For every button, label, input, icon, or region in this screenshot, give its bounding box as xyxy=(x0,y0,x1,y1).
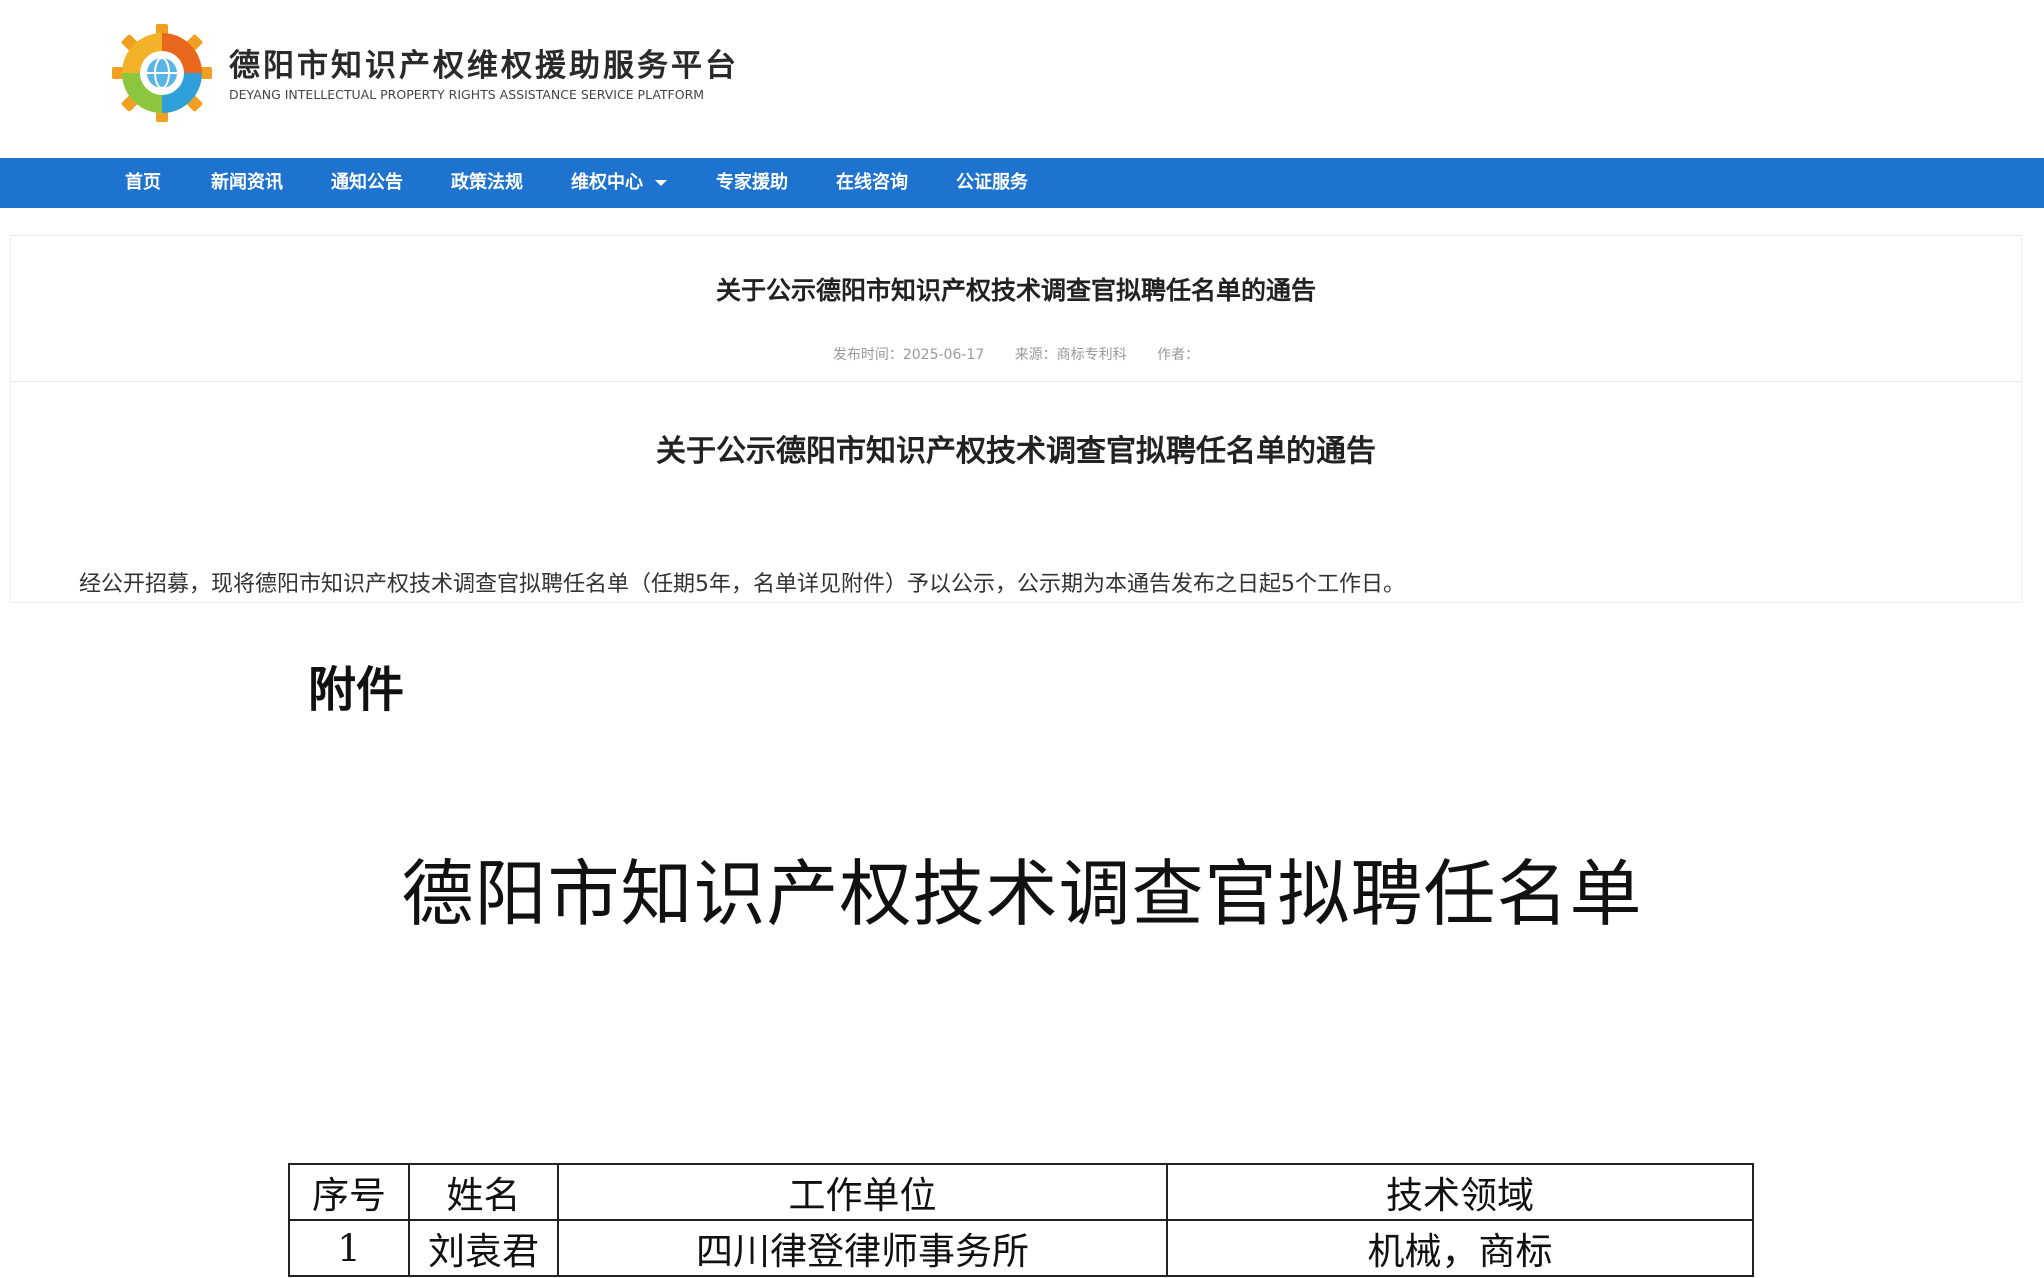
main-nav: 首页 新闻资讯 通知公告 政策法规 维权中心 专家援助 在线咨询 公证服务 xyxy=(0,158,2044,208)
site-logo-icon[interactable] xyxy=(112,24,212,122)
nav-item-expert-aid[interactable]: 专家援助 xyxy=(716,158,788,208)
table-header-cell: 技术领域 xyxy=(1166,1163,1754,1221)
table-header-cell: 序号 xyxy=(288,1163,410,1221)
nav-item-notices[interactable]: 通知公告 xyxy=(331,158,403,208)
table-header-row: 序号 姓名 工作单位 技术领域 xyxy=(288,1163,1754,1221)
nav-item-notary[interactable]: 公证服务 xyxy=(956,158,1028,208)
article-source: 来源：商标专利科 xyxy=(1014,347,1127,363)
nav-item-news[interactable]: 新闻资讯 xyxy=(211,158,283,208)
nav-item-rights-center[interactable]: 维权中心 xyxy=(571,158,667,208)
article-meta: 发布时间：2025-06-17 来源：商标专利科 作者： xyxy=(11,344,2021,364)
attachment-image: 附件 德阳市知识产权技术调查官拟聘任名单 序号 姓名 工作单位 技术领域 1 刘… xyxy=(0,603,2044,1278)
nav-item-policies[interactable]: 政策法规 xyxy=(451,158,523,208)
nav-item-home[interactable]: 首页 xyxy=(125,158,161,208)
site-name: 德阳市知识产权维权援助服务平台 xyxy=(229,48,739,84)
article-panel: 关于公示德阳市知识产权技术调查官拟聘任名单的通告 发布时间：2025-06-17… xyxy=(10,235,2022,603)
chevron-down-icon xyxy=(655,180,667,186)
appointee-table: 序号 姓名 工作单位 技术领域 1 刘袁君 四川律登律师事务所 机械，商标 xyxy=(288,1163,1754,1277)
article-author: 作者： xyxy=(1157,347,1200,363)
table-cell-index: 1 xyxy=(288,1219,410,1277)
publish-date: 发布时间：2025-06-17 xyxy=(832,347,985,363)
article-body: 经公开招募，现将德阳市知识产权技术调查官拟聘任名单（任期5年，名单详见附件）予以… xyxy=(79,572,1405,597)
site-name-english: DEYANG INTELLECTUAL PROPERTY RIGHTS ASSI… xyxy=(229,87,705,102)
nav-item-online-consult[interactable]: 在线咨询 xyxy=(836,158,908,208)
nav-item-rights-center-label: 维权中心 xyxy=(571,172,643,193)
article-title: 关于公示德阳市知识产权技术调查官拟聘任名单的通告 xyxy=(715,276,1316,305)
attachment-label: 附件 xyxy=(308,662,405,718)
table-header-cell: 工作单位 xyxy=(557,1163,1168,1221)
table-cell-name: 刘袁君 xyxy=(408,1219,559,1277)
table-row: 1 刘袁君 四川律登律师事务所 机械，商标 xyxy=(288,1219,1754,1277)
divider xyxy=(11,381,2021,382)
table-cell-employer: 四川律登律师事务所 xyxy=(557,1219,1168,1277)
attachment-title: 德阳市知识产权技术调查官拟聘任名单 xyxy=(401,852,1643,936)
site-header: 德阳市知识产权维权援助服务平台 DEYANG INTELLECTUAL PROP… xyxy=(0,0,2044,158)
document-title: 关于公示德阳市知识产权技术调查官拟聘任名单的通告 xyxy=(656,434,1376,469)
table-header-cell: 姓名 xyxy=(408,1163,559,1221)
table-cell-field: 机械，商标 xyxy=(1166,1219,1754,1277)
